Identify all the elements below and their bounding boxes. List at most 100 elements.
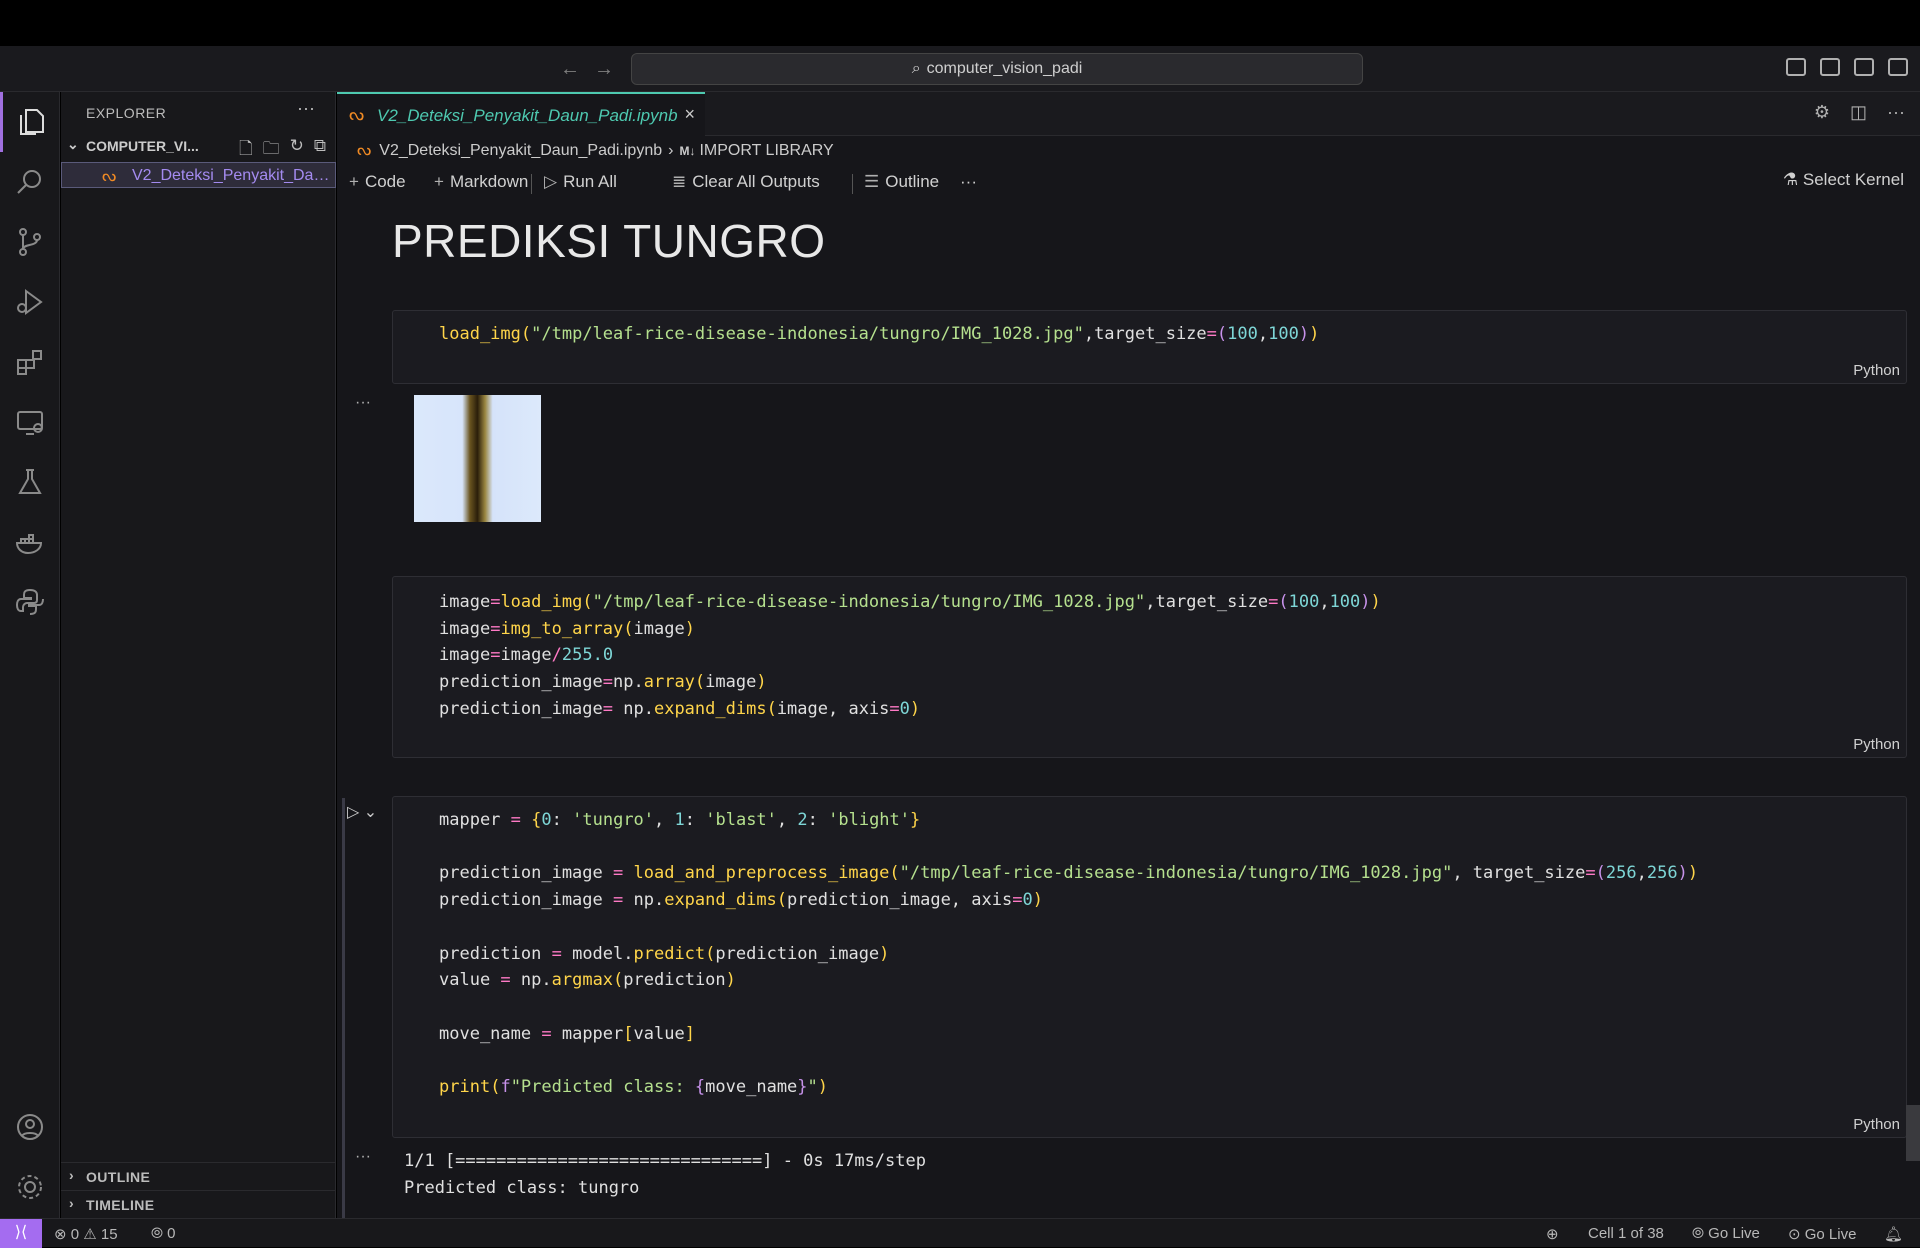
file-name: V2_Deteksi_Penyakit_Daun_Padi.ipynb — [132, 167, 332, 184]
new-file-icon[interactable]: 🗋 — [239, 136, 253, 165]
notebook-toolbar: + Code + Markdown ▷ Run All ≣ Clear All Outp… — [349, 170, 1909, 196]
markdown-icon: M↓ — [679, 144, 696, 158]
problems-indicator[interactable]: ⊗ 0 ⚠ 15 — [54, 1225, 118, 1243]
more-actions-icon[interactable]: ··· — [1887, 102, 1905, 123]
folder-name: COMPUTER_VI... — [86, 138, 199, 154]
search-view-icon[interactable] — [0, 152, 60, 212]
error-count: 0 — [70, 1226, 80, 1243]
markdown-heading: PREDIKSI TUNGRO — [392, 215, 826, 267]
cell-language[interactable]: Python — [1853, 736, 1900, 753]
timeline-label: TIMELINE — [86, 1197, 155, 1213]
search-icon: ⌕ — [911, 60, 921, 77]
output-more-icon[interactable]: ··· — [355, 394, 371, 412]
cell-position[interactable]: Cell 1 of 38 — [1588, 1225, 1664, 1242]
chevron-right-icon: › — [69, 1167, 75, 1183]
go-live-button-2[interactable]: ⊙ Go Live — [1788, 1225, 1856, 1243]
collapse-all-icon[interactable]: ⧉ — [314, 136, 326, 165]
breadcrumb: ᔓ V2_Deteksi_Penyakit_Daun_Padi.ipynb › M↓ I… — [357, 140, 834, 160]
remote-indicator-icon[interactable]: ⟩⟨ — [0, 1219, 42, 1248]
play-icon: ▷ — [544, 172, 558, 191]
go-live-button[interactable]: ⦾ Go Live — [1692, 1225, 1760, 1242]
breadcrumb-file[interactable]: V2_Deteksi_Penyakit_Daun_Padi.ipynb — [379, 142, 662, 159]
broadcast-icon: ⦾ — [1692, 1225, 1709, 1242]
more-actions-icon[interactable]: ··· — [297, 98, 315, 119]
status-bar: ⟩⟨ ⊗ 0 ⚠ 15 ⦾ 0 ⊕ Cell 1 of 38 ⦾ Go Live… — [0, 1218, 1920, 1248]
output-more-icon[interactable]: ··· — [355, 1148, 371, 1166]
run-cell-button[interactable]: ▷ ⌄ — [347, 802, 377, 822]
error-icon: ⊗ — [54, 1226, 71, 1243]
run-all-button[interactable]: ▷ Run All — [544, 172, 617, 192]
vertical-scrollbar[interactable] — [1906, 1105, 1920, 1161]
select-kernel-label: Select Kernel — [1802, 170, 1904, 189]
extensions-icon[interactable] — [0, 332, 60, 392]
layout-controls — [1786, 58, 1908, 76]
clear-outputs-icon: ≣ — [672, 172, 687, 191]
clear-outputs-button[interactable]: ≣ Clear All Outputs — [672, 172, 820, 192]
select-kernel-button[interactable]: ⚗ Select Kernel — [1783, 170, 1904, 190]
timeline-section[interactable]: › TIMELINE — [61, 1190, 336, 1216]
code-editor[interactable]: image=load_img("/tmp/leaf-rice-disease-i… — [439, 589, 1381, 723]
go-live-label: Go Live — [1804, 1226, 1857, 1243]
source-control-icon[interactable] — [0, 212, 60, 272]
cell-output-line: 1/1 [==============================] - 0… — [404, 1151, 926, 1171]
customize-layout-icon[interactable] — [1888, 58, 1908, 76]
outline-label: OUTLINE — [86, 1169, 151, 1185]
split-editor-icon[interactable]: ◫ — [1850, 102, 1867, 123]
docker-icon[interactable] — [0, 512, 60, 572]
tab-notebook[interactable]: ᔓ V2_Deteksi_Penyakit_Daun_Padi.ipynb × — [337, 92, 705, 136]
chevron-right-icon: › — [69, 1195, 75, 1211]
refresh-icon[interactable]: ↻ — [290, 136, 304, 165]
remote-explorer-icon[interactable] — [0, 392, 60, 452]
add-markdown-label: Markdown — [449, 172, 529, 191]
command-center-search[interactable]: ⌕ computer_vision_padi — [631, 53, 1363, 85]
warning-icon: ⚠ — [83, 1226, 101, 1243]
cell-language[interactable]: Python — [1853, 1116, 1900, 1133]
broadcast-icon: ⦾ — [151, 1225, 168, 1242]
chevron-down-icon: ⌄ — [67, 136, 79, 152]
run-debug-icon[interactable] — [0, 272, 60, 332]
jupyter-icon: ᔓ — [357, 142, 372, 159]
code-cell[interactable]: image=load_img("/tmp/leaf-rice-disease-i… — [392, 576, 1907, 758]
cell-output-line: Predicted class: tungro — [404, 1178, 640, 1198]
cell-language[interactable]: Python — [1853, 362, 1900, 379]
outline-section[interactable]: › OUTLINE — [61, 1162, 336, 1188]
more-toolbar-button[interactable]: ··· — [960, 172, 977, 192]
editor-actions: ⚙ ◫ ··· — [1814, 102, 1905, 123]
zoom-icon[interactable]: ⊕ — [1546, 1225, 1559, 1243]
ports-indicator[interactable]: ⦾ 0 — [151, 1225, 176, 1242]
code-editor[interactable]: mapper = {0: 'tungro', 1: 'blast', 2: 'b… — [439, 807, 1698, 1101]
outline-button[interactable]: ☰ Outline — [864, 172, 939, 192]
notebook-editor: ᔓ V2_Deteksi_Penyakit_Daun_Padi.ipynb × … — [337, 92, 1920, 1218]
activity-bar — [0, 92, 60, 1218]
breadcrumb-section[interactable]: IMPORT LIBRARY — [699, 142, 833, 159]
jupyter-icon: ᔓ — [102, 168, 117, 185]
python-icon[interactable] — [0, 572, 60, 632]
explorer-icon[interactable] — [0, 92, 60, 152]
accounts-icon[interactable] — [0, 1097, 60, 1157]
settings-gear-icon[interactable]: ⚙ — [1814, 102, 1830, 123]
add-markdown-button[interactable]: + Markdown — [434, 172, 528, 192]
toggle-panel-icon[interactable] — [1820, 58, 1840, 76]
new-folder-icon[interactable]: 🗀 — [263, 136, 280, 165]
tab-bar: ᔓ V2_Deteksi_Penyakit_Daun_Padi.ipynb × … — [337, 92, 1920, 136]
tab-label: V2_Deteksi_Penyakit_Daun_Padi.ipynb — [377, 106, 678, 125]
testing-icon[interactable] — [0, 452, 60, 512]
file-item-notebook[interactable]: ᔓ V2_Deteksi_Penyakit_Daun_Padi.ipynb — [61, 162, 336, 188]
add-code-button[interactable]: + Code — [349, 172, 406, 192]
list-icon: ☰ — [864, 172, 880, 191]
notifications-bell-icon[interactable]: 🔔︎ — [1884, 1225, 1903, 1243]
toggle-secondary-sidebar-icon[interactable] — [1854, 58, 1874, 76]
code-cell-focused[interactable]: mapper = {0: 'tungro', 1: 'blast', 2: 'b… — [392, 796, 1907, 1138]
code-editor[interactable]: load_img("/tmp/leaf-rice-disease-indones… — [439, 321, 1319, 348]
close-icon[interactable]: × — [684, 104, 695, 125]
add-code-label: Code — [364, 172, 406, 191]
code-cell[interactable]: load_img("/tmp/leaf-rice-disease-indones… — [392, 310, 1907, 384]
manage-gear-icon[interactable] — [0, 1157, 60, 1217]
search-text: computer_vision_padi — [926, 60, 1083, 77]
workspace-folder[interactable]: ⌄ COMPUTER_VI... 🗋 🗀 ↻ ⧉ — [61, 134, 336, 158]
explorer-sidebar: EXPLORER ··· ⌄ COMPUTER_VI... 🗋 🗀 ↻ ⧉ ᔓ … — [61, 92, 336, 1218]
outline-label: Outline — [885, 172, 940, 191]
nav-arrows[interactable]: ←→ — [560, 58, 628, 81]
toggle-primary-sidebar-icon[interactable] — [1786, 58, 1806, 76]
clear-outputs-label: Clear All Outputs — [692, 172, 820, 191]
